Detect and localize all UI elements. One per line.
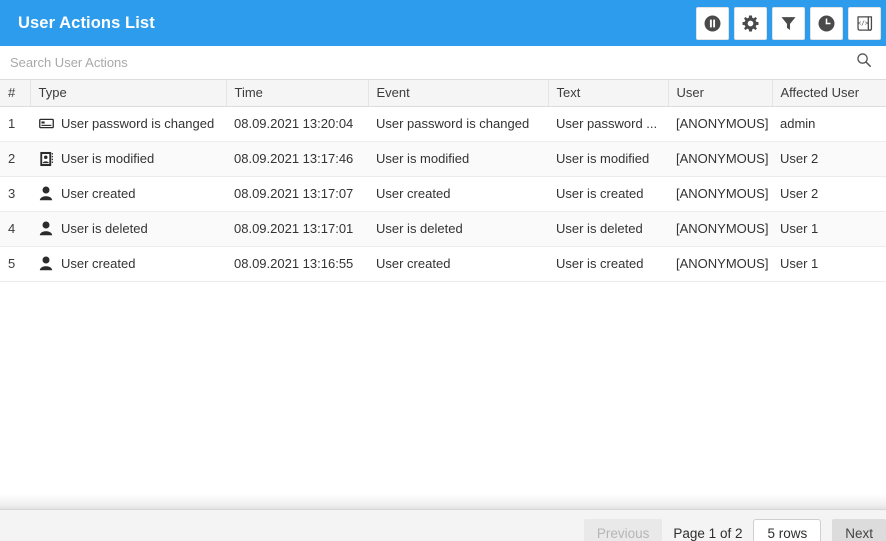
cell-num: 4: [0, 211, 30, 247]
user-icon: [38, 256, 54, 272]
previous-page-button[interactable]: Previous: [583, 518, 663, 541]
cell-type-label: User created: [61, 186, 136, 201]
window-titlebar: User Actions List </>: [0, 0, 886, 46]
user-actions-table: # Type Time Event Text User Affected Use…: [0, 80, 886, 282]
column-header-time[interactable]: Time: [226, 80, 369, 107]
column-header-event[interactable]: Event: [368, 80, 549, 107]
search-button[interactable]: [842, 46, 886, 79]
table-row[interactable]: 5 User created 08.09.2021 13:16:55 User cre…: [0, 246, 886, 282]
user-icon: [38, 221, 54, 237]
gear-icon: [741, 14, 760, 33]
history-button[interactable]: [810, 6, 843, 40]
cell-type: User created: [30, 176, 226, 212]
cell-time: 08.09.2021 13:17:07: [226, 176, 368, 212]
settings-button[interactable]: [734, 6, 767, 40]
column-header-user[interactable]: User: [668, 80, 773, 107]
cell-event: User created: [368, 176, 548, 212]
search-icon: [856, 52, 872, 73]
table-header-row: # Type Time Event Text User Affected Use…: [0, 80, 886, 107]
page-indicator: Page 1 of 2: [673, 525, 743, 541]
cell-type-label: User created: [61, 256, 136, 271]
contact-card-icon: [38, 151, 54, 167]
cell-text: User is deleted: [548, 211, 668, 247]
table-body: 1 User password is changed 08.09.2021 13:2…: [0, 106, 886, 282]
user-actions-window: User Actions List </> Search User Action…: [0, 0, 886, 541]
svg-text:</>: </>: [857, 20, 869, 27]
cell-event: User password is changed: [368, 106, 548, 142]
cell-num: 2: [0, 141, 30, 177]
cell-user: [ANONYMOUS]: [668, 106, 772, 142]
column-header-type[interactable]: Type: [30, 80, 227, 107]
cell-affected-user: User 2: [772, 176, 886, 212]
cell-text: User is created: [548, 176, 668, 212]
credit-card-icon: [38, 116, 54, 132]
pause-button[interactable]: [696, 6, 729, 40]
column-header-num[interactable]: #: [0, 80, 31, 107]
pause-circle-icon: [703, 14, 722, 33]
search-input[interactable]: [0, 46, 842, 79]
cell-user: [ANONYMOUS]: [668, 141, 772, 177]
rows-per-page-select[interactable]: 5 rows: [753, 518, 822, 541]
cell-type: User is deleted: [30, 211, 226, 247]
cell-time: 08.09.2021 13:20:04: [226, 106, 368, 142]
cell-type: User is modified: [30, 141, 226, 177]
column-header-affected-user[interactable]: Affected User: [772, 80, 886, 107]
pagination-footer: Previous Page 1 of 2 5 rows Next: [0, 510, 886, 541]
filter-button[interactable]: [772, 6, 805, 40]
cell-text: User is created: [548, 246, 668, 282]
cell-time: 08.09.2021 13:17:01: [226, 211, 368, 247]
clock-icon: [817, 14, 836, 33]
cell-affected-user: User 2: [772, 141, 886, 177]
cell-affected-user: User 1: [772, 246, 886, 282]
search-bar: [0, 46, 886, 80]
toolbar: </>: [696, 6, 881, 40]
cell-affected-user: User 1: [772, 211, 886, 247]
page-title: User Actions List: [18, 13, 155, 32]
user-actions-table-area: # Type Time Event Text User Affected Use…: [0, 80, 886, 494]
cell-text: User password ...: [548, 106, 668, 142]
cell-event: User is deleted: [368, 211, 548, 247]
table-header: # Type Time Event Text User Affected Use…: [0, 80, 886, 107]
table-row[interactable]: 1 User password is changed 08.09.2021 13:2…: [0, 106, 886, 142]
table-row[interactable]: 2 User is modified 08.09.2021 13:17:46 User…: [0, 141, 886, 177]
pagination-controls: Previous Page 1 of 2 5 rows Next: [583, 518, 886, 541]
cell-type: User created: [30, 246, 226, 282]
cell-type: User password is changed: [30, 106, 226, 142]
footer-separator: [0, 494, 886, 510]
cell-event: User created: [368, 246, 548, 282]
cell-time: 08.09.2021 13:17:46: [226, 141, 368, 177]
cell-text: User is modified: [548, 141, 668, 177]
user-icon: [38, 186, 54, 202]
cell-affected-user: admin: [772, 106, 886, 142]
cell-type-label: User is deleted: [61, 221, 148, 236]
cell-event: User is modified: [368, 141, 548, 177]
cell-user: [ANONYMOUS]: [668, 211, 772, 247]
table-row[interactable]: 4 User is deleted 08.09.2021 13:17:01 User …: [0, 211, 886, 247]
cell-user: [ANONYMOUS]: [668, 246, 772, 282]
script-button[interactable]: </>: [848, 6, 881, 40]
cell-num: 3: [0, 176, 30, 212]
cell-time: 08.09.2021 13:16:55: [226, 246, 368, 282]
cell-num: 5: [0, 246, 30, 282]
table-row[interactable]: 3 User created 08.09.2021 13:17:07 User cre…: [0, 176, 886, 212]
script-code-icon: </>: [855, 14, 874, 33]
next-page-button[interactable]: Next: [832, 518, 886, 541]
filter-icon: [779, 14, 798, 33]
cell-type-label: User is modified: [61, 151, 155, 166]
column-header-text[interactable]: Text: [548, 80, 669, 107]
cell-type-label: User password is changed: [61, 116, 215, 131]
cell-user: [ANONYMOUS]: [668, 176, 772, 212]
cell-num: 1: [0, 106, 30, 142]
